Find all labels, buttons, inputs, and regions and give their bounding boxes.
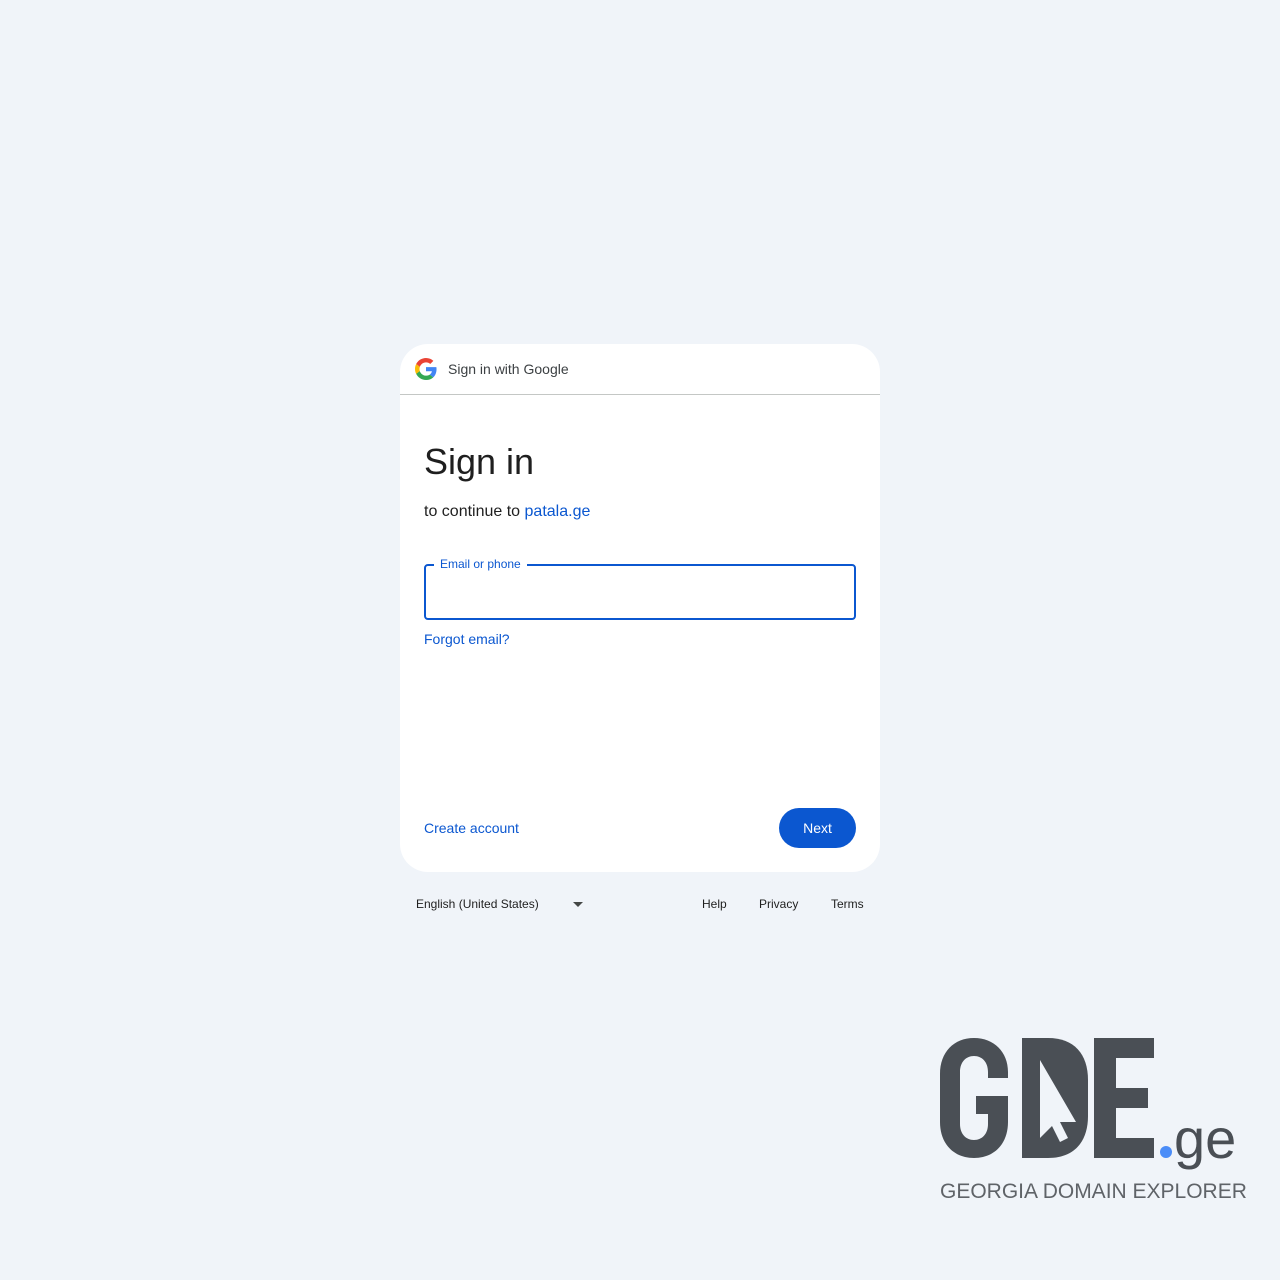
next-button[interactable]: Next	[779, 808, 856, 848]
google-g-icon	[415, 358, 437, 380]
language-selector[interactable]: English (United States)	[416, 897, 539, 911]
terms-link[interactable]: Terms	[831, 897, 864, 911]
gde-logo-watermark: ge GEORGIA DOMAIN EXPLORER	[940, 1038, 1246, 1203]
email-field[interactable]: Email or phone	[424, 557, 856, 620]
dropdown-arrow-icon[interactable]	[573, 902, 583, 907]
page-title: Sign in	[424, 441, 535, 482]
subtitle-prefix: to continue to	[424, 503, 521, 520]
email-input[interactable]	[426, 566, 854, 618]
footer: English (United States) Help Privacy Ter…	[400, 888, 880, 920]
privacy-link[interactable]: Privacy	[759, 897, 798, 911]
card-header: Sign in with Google	[400, 344, 880, 395]
forgot-email-link[interactable]: Forgot email?	[424, 631, 510, 647]
watermark-tagline: GEORGIA DOMAIN EXPLORER	[940, 1180, 1246, 1203]
sign-in-card: Sign in with Google Sign in to continue …	[400, 344, 880, 872]
watermark-brand-suffix: ge	[1174, 1107, 1236, 1170]
header-text: Sign in with Google	[448, 361, 569, 377]
help-link[interactable]: Help	[702, 897, 727, 911]
site-link[interactable]: patala.ge	[525, 503, 591, 520]
create-account-link[interactable]: Create account	[424, 820, 519, 836]
subtitle: to continue to patala.ge	[424, 502, 590, 522]
